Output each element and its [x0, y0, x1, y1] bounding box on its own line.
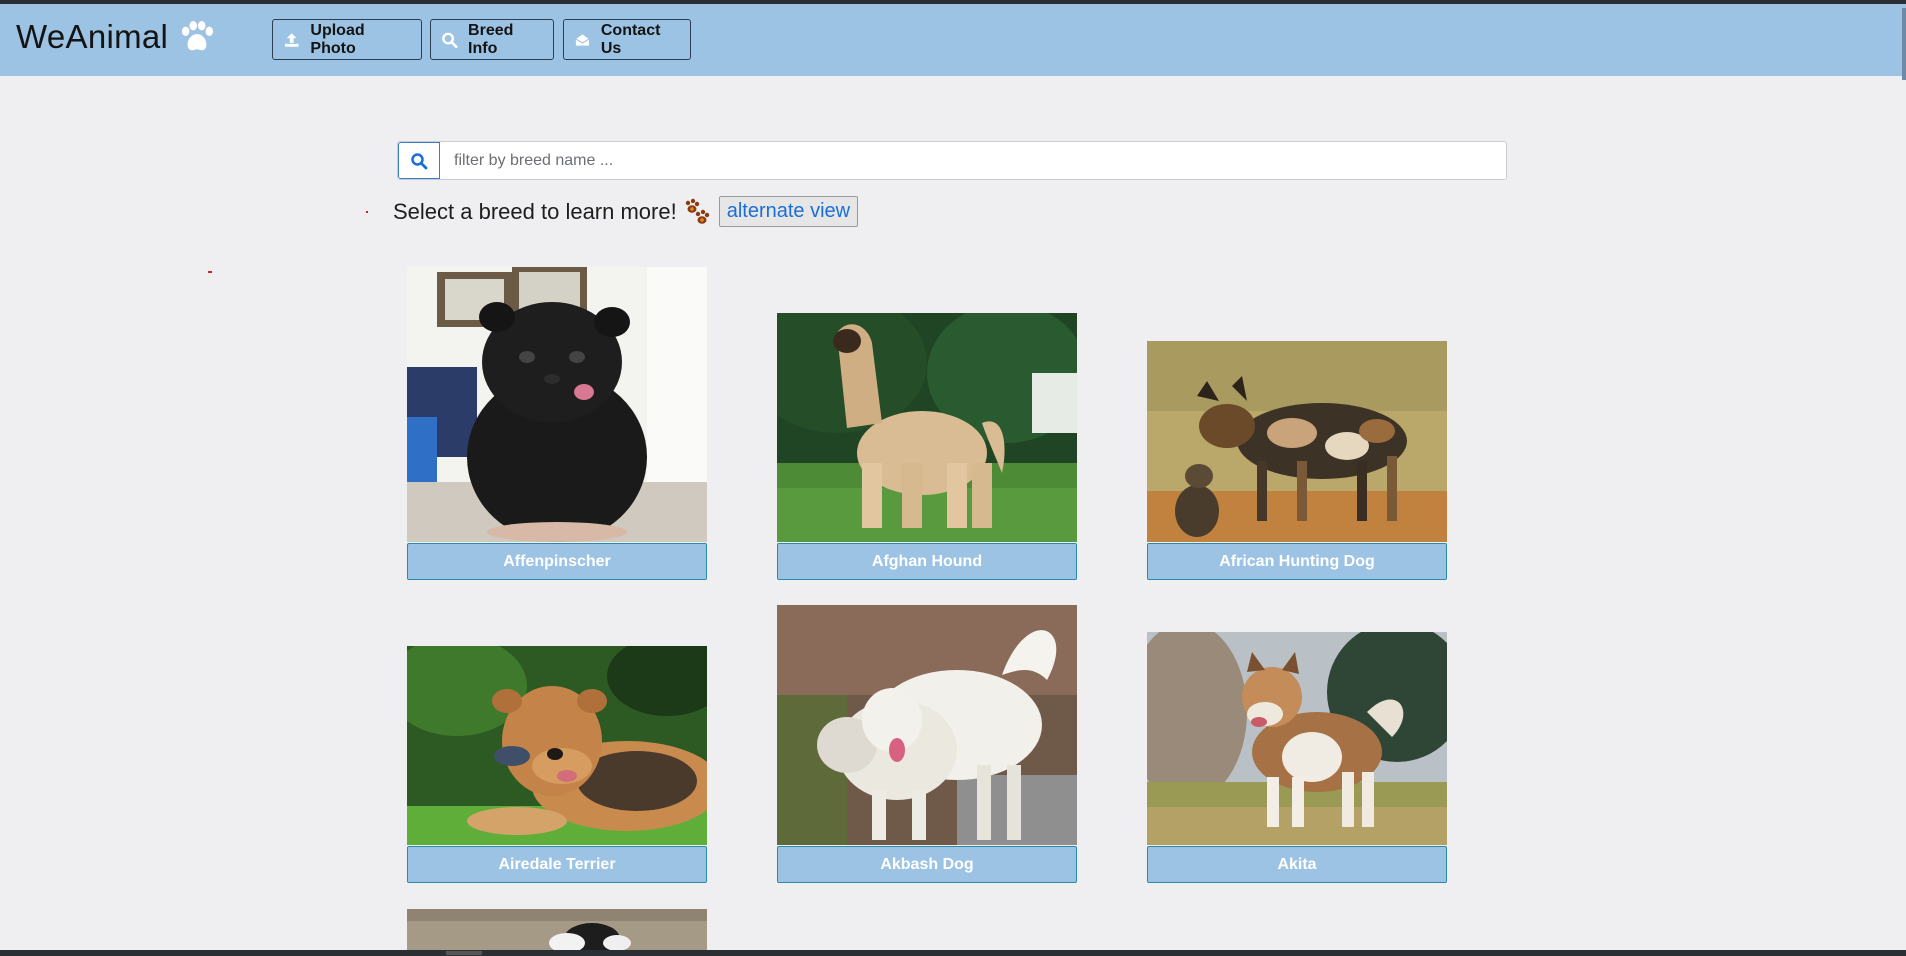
brand-logo[interactable]: WeAnimal [16, 18, 216, 56]
paws-icon [685, 198, 709, 224]
paw-icon [182, 20, 214, 51]
breed-photo[interactable] [407, 267, 707, 542]
breed-name[interactable]: Afghan Hound [777, 543, 1077, 580]
alternate-view-button[interactable]: alternate view [718, 196, 859, 227]
breed-photo[interactable] [777, 605, 1077, 845]
breed-card-akita[interactable]: Akita [1147, 632, 1447, 883]
breed-photo[interactable] [407, 646, 707, 845]
scrollbar[interactable] [1902, 8, 1906, 80]
upload-photo-button[interactable]: Upload Photo [272, 19, 422, 60]
breed-name[interactable]: Akita [1147, 846, 1447, 883]
search-icon [411, 152, 428, 169]
taskbar-edge [0, 950, 1906, 956]
breed-name[interactable]: African Hunting Dog [1147, 543, 1447, 580]
breed-prompt: Select a breed to learn more! alternate … [393, 196, 859, 227]
breed-card-affenpinscher[interactable]: Affenpinscher [407, 267, 707, 580]
breed-info-label: Breed Info [468, 21, 514, 57]
breed-filter-input[interactable] [440, 143, 1506, 178]
breed-card-akbash-dog[interactable]: Akbash Dog [777, 605, 1077, 883]
breed-name[interactable]: Akbash Dog [777, 846, 1077, 883]
scroll-thumb[interactable] [446, 951, 482, 955]
prompt-text: Select a breed to learn more! [393, 198, 677, 224]
upload-icon [284, 32, 299, 47]
search-button[interactable] [398, 142, 440, 179]
contact-us-button[interactable]: Contact Us [563, 19, 691, 60]
breed-card-partial[interactable] [407, 909, 707, 950]
stray-mark [208, 271, 212, 273]
breed-photo[interactable] [1147, 632, 1447, 845]
brand-name: WeAnimal [16, 18, 169, 55]
stray-mark [366, 211, 368, 213]
envelope-icon [575, 33, 590, 46]
breed-name[interactable]: Airedale Terrier [407, 846, 707, 883]
breed-photo[interactable] [407, 909, 707, 950]
search-icon [442, 32, 458, 48]
breed-info-button[interactable]: Breed Info [430, 19, 554, 60]
upload-photo-label: Upload Photo [310, 21, 365, 57]
navbar: WeAnimal Upload Photo Breed Info Contact… [0, 4, 1906, 80]
breed-card-african-hunting-dog[interactable]: African Hunting Dog [1147, 341, 1447, 580]
breed-search [397, 141, 1507, 180]
breed-name[interactable]: Affenpinscher [407, 543, 707, 580]
breed-photo[interactable] [777, 313, 1077, 542]
breed-card-afghan-hound[interactable]: Afghan Hound [777, 313, 1077, 580]
breed-photo[interactable] [1147, 341, 1447, 542]
contact-us-label: Contact Us [600, 21, 661, 57]
breed-card-airedale-terrier[interactable]: Airedale Terrier [407, 646, 707, 883]
